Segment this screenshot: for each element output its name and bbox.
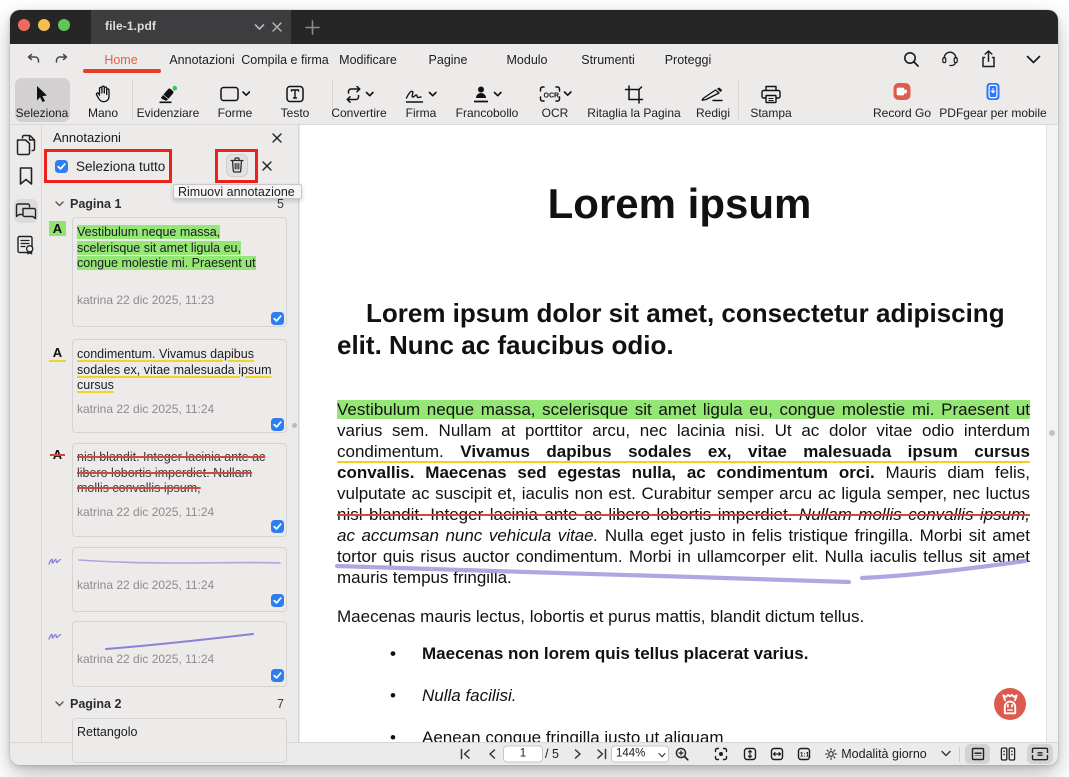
svg-text:1:1: 1:1 — [800, 752, 810, 759]
svg-text:OCR: OCR — [544, 93, 560, 100]
